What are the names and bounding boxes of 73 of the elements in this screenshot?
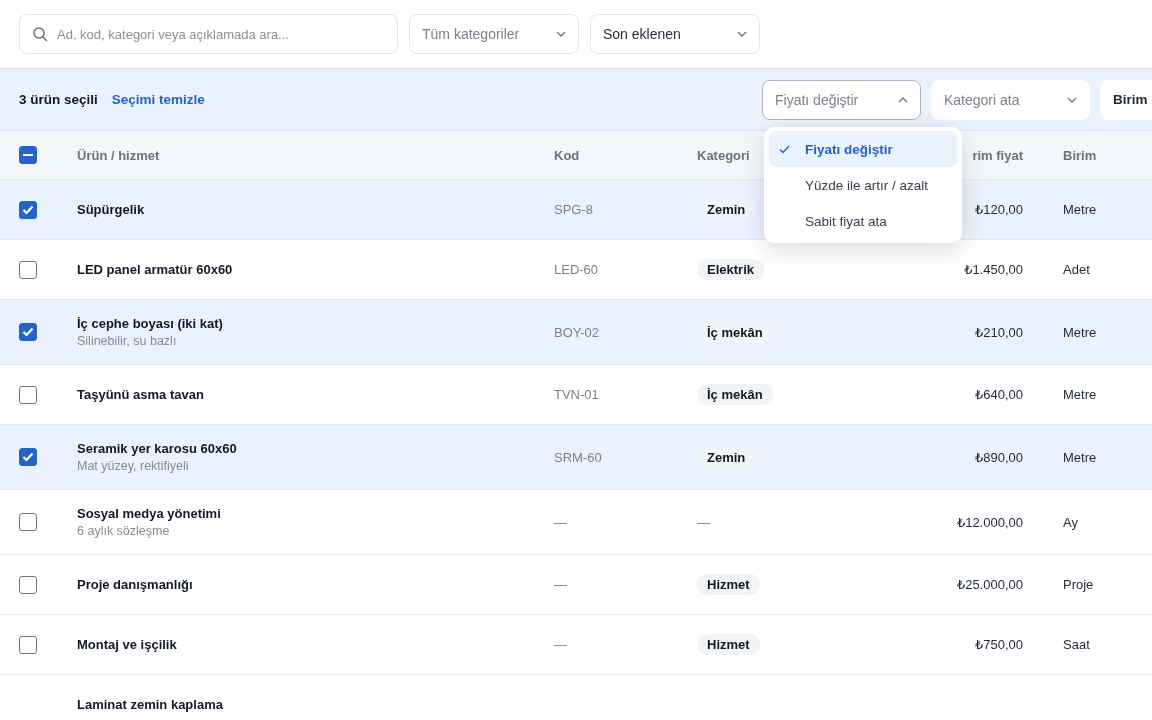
unit-price: ₺12.000,00 [956,514,1023,530]
product-name: Seramik yer karosu 60x60 [77,441,238,456]
row-checkbox[interactable] [19,448,37,466]
product-note: Silinebilir, su bazlı [77,334,178,348]
row-checkbox[interactable] [19,385,37,404]
product-code: LED-60 [554,262,599,277]
product-code: — [554,577,567,592]
chevron-down-icon [556,31,566,37]
column-header: Kategori [697,147,750,163]
menu-item[interactable]: Sabit fiyat ata [769,203,957,239]
category-tag: Elektrik [697,259,764,280]
unit-price: ₺1.450,00 [964,262,1023,277]
row-checkbox[interactable] [19,200,37,219]
chevron-down-icon [737,31,747,37]
unit-text: Metre [1063,202,1097,217]
row-checkbox[interactable] [19,260,37,279]
product-name: İç cephe boyası (iki kat) [77,316,224,331]
unit-text: Saat [1063,637,1090,652]
selection-count: 3 ürün seçili [19,92,98,107]
menu-item[interactable]: Fiyatı değiştir [769,131,957,167]
row-checkbox[interactable] [19,635,37,654]
unit-text: Adet [1063,262,1090,277]
unit-text: Proje [1063,577,1094,592]
product-name: Taşyünü asma tavan [77,387,205,402]
product-name: Montaj ve işçilik [77,637,178,652]
product-code: TVN-01 [554,387,599,402]
column-header: rim fiyat [972,147,1023,163]
product-name: Sosyal medya yönetimi [77,506,222,521]
row-checkbox[interactable] [19,513,37,531]
column-header: Birim [1063,147,1097,163]
product-name: Proje danışmanlığı [77,577,194,592]
column-header: Ürün / hizmet [77,147,160,163]
row-checkbox[interactable] [19,575,37,594]
unit-text: Ay [1063,514,1078,530]
product-note: Mat yüzey, rektifiyeli [77,459,190,473]
check-icon [779,144,790,154]
category-tag: İç mekân [697,321,773,343]
search-field[interactable]: Ad, kod, kategori veya açıklamada ara... [19,14,398,54]
unit-price: ₺120,00 [974,202,1023,217]
action-dropdown[interactable]: Fiyatı değiştir [762,79,921,120]
select-all-checkbox[interactable] [19,146,37,164]
unit-price: ₺750,00 [974,637,1023,652]
filter-dropdown[interactable]: Tüm kategoriler [409,14,579,54]
product-name: Laminat zemin kaplama [77,697,224,712]
row-checkbox[interactable] [19,323,37,341]
category-tag: Zemin [697,199,756,220]
unit-text: Metre [1063,387,1097,402]
product-code: SPG-8 [554,202,593,217]
product-note: 6 aylık sözleşme [77,524,171,538]
unit-price: ₺640,00 [974,387,1023,402]
product-code: — [554,637,567,652]
unit-price: ₺25.000,00 [956,577,1023,592]
action-dropdown[interactable]: Birim [1100,79,1152,120]
category-tag: Zemin [697,446,756,468]
unit-text: Metre [1063,324,1097,340]
column-header: Kod [554,147,580,163]
category-text: — [697,514,710,530]
product-name: Süpürgelik [77,202,146,217]
product-code: BOY-02 [554,324,600,340]
clear-selection-link[interactable]: Seçimi temizle [111,92,205,107]
filter-dropdown[interactable]: Son eklenen [590,14,760,54]
search-icon [32,26,48,42]
unit-text: Metre [1063,449,1097,465]
product-code: SRM-60 [554,449,602,465]
product-name: LED panel armatür 60x60 [77,262,234,277]
unit-price: ₺890,00 [974,449,1023,465]
category-tag: Hizmet [697,574,760,595]
action-dropdown[interactable]: Kategori ata [931,79,1090,120]
menu-item[interactable]: Yüzde ile artır / azalt [769,167,957,203]
category-tag: Hizmet [697,634,760,655]
product-code: — [554,514,567,530]
category-tag: İç mekân [697,384,773,405]
unit-price: ₺210,00 [974,324,1023,340]
